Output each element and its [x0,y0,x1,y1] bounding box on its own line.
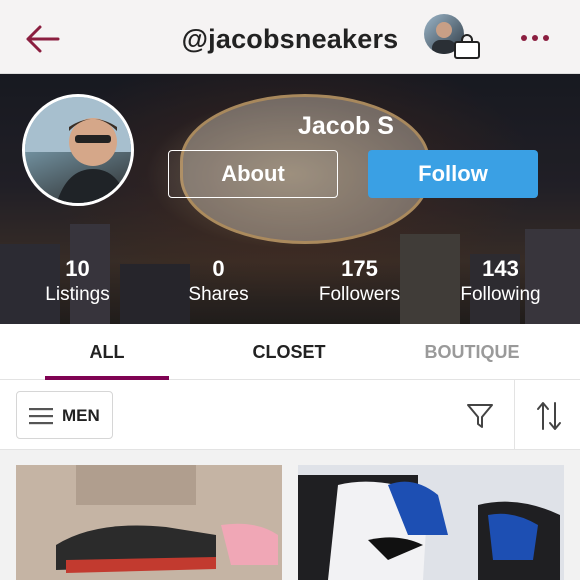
closet-tabs: ALL CLOSET BOUTIQUE [0,324,580,380]
about-button[interactable]: About [168,150,338,198]
tab-boutique[interactable]: BOUTIQUE [410,324,534,380]
stat-shares[interactable]: 0 Shares [146,256,291,306]
page-title: @jacobsneakers [181,24,399,54]
tab-all[interactable]: ALL [45,324,169,380]
more-dots-icon[interactable] [518,28,552,48]
follow-button[interactable]: Follow [368,150,538,198]
listing-photo [16,465,282,580]
hamburger-icon [29,408,53,425]
tab-closet[interactable]: CLOSET [226,324,352,380]
profile-cover: Jacob S About Follow 10 Listings 0 Share… [0,74,580,324]
listing-card[interactable] [298,465,564,580]
stat-following[interactable]: 143 Following [428,256,573,306]
listing-photo [298,465,564,580]
profile-name: Jacob S [298,112,394,140]
department-button[interactable]: MEN [16,391,113,439]
stat-followers[interactable]: 175 Followers [287,256,432,306]
listing-card[interactable] [16,465,282,580]
filter-bar: MEN [0,380,580,450]
filter-funnel-icon[interactable] [466,402,494,430]
profile-avatar[interactable] [22,94,134,206]
shopping-bag-icon[interactable] [453,34,481,60]
top-bar: @jacobsneakers [0,0,580,74]
listing-grid [0,450,580,580]
sort-arrows-icon[interactable] [535,400,563,432]
department-label: MEN [62,406,100,425]
stat-listings[interactable]: 10 Listings [5,256,150,306]
